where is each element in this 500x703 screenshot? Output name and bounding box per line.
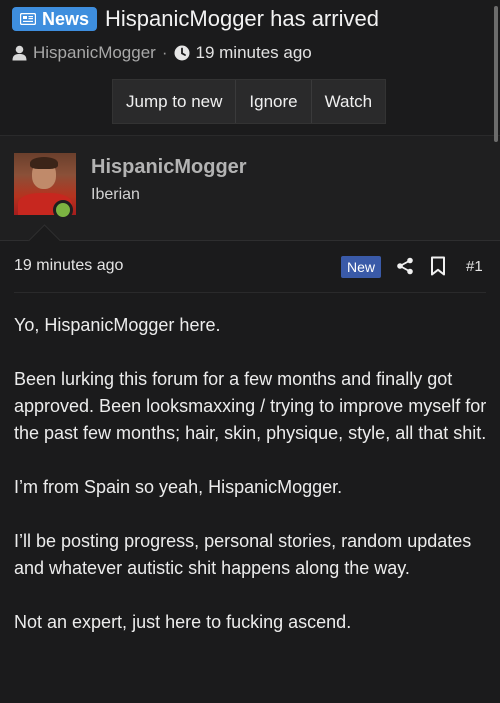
post-paragraph: I’m from Spain so yeah, HispanicMogger. bbox=[14, 477, 343, 497]
thread-meta: HispanicMogger · 19 minutes ago bbox=[12, 43, 312, 63]
new-badge: New bbox=[341, 256, 382, 278]
share-icon[interactable] bbox=[396, 257, 414, 275]
thread-age[interactable]: 19 minutes ago bbox=[196, 43, 312, 63]
thread-title: HispanicMogger has arrived bbox=[105, 6, 379, 31]
ignore-button[interactable]: Ignore bbox=[236, 80, 312, 123]
post-paragraph: I’ll be posting progress, personal stori… bbox=[14, 531, 472, 578]
post-header-divider bbox=[14, 292, 486, 293]
post-body: Yo, HispanicMogger here. Been lurking th… bbox=[14, 312, 488, 663]
news-icon bbox=[20, 13, 36, 25]
meta-separator: · bbox=[161, 43, 168, 62]
thread-author-link[interactable]: HispanicMogger bbox=[33, 43, 156, 63]
clock-icon bbox=[174, 45, 190, 61]
post-paragraph: Yo, HispanicMogger here. bbox=[14, 315, 221, 335]
news-badge[interactable]: News bbox=[12, 7, 98, 31]
thread-header: News HispanicMogger has arrived bbox=[12, 6, 488, 32]
author-username[interactable]: HispanicMogger bbox=[91, 156, 247, 179]
author-user-title: Iberian bbox=[91, 186, 140, 203]
author-card: HispanicMogger Iberian bbox=[0, 136, 500, 240]
author-divider bbox=[0, 240, 500, 241]
post-number-link[interactable]: #1 bbox=[466, 258, 483, 275]
online-status-dot bbox=[53, 200, 73, 220]
bookmark-icon[interactable] bbox=[430, 256, 446, 276]
watch-button[interactable]: Watch bbox=[312, 80, 386, 123]
thread-page: News HispanicMogger has arrived Hispanic… bbox=[0, 0, 500, 703]
thread-actions: Jump to new Ignore Watch bbox=[112, 79, 387, 124]
scrollbar[interactable] bbox=[494, 6, 498, 142]
post-timestamp[interactable]: 19 minutes ago bbox=[14, 257, 123, 275]
jump-to-new-button[interactable]: Jump to new bbox=[113, 80, 237, 123]
post-paragraph: Been lurking this forum for a few months… bbox=[14, 369, 487, 443]
post-paragraph: Not an expert, just here to fucking asce… bbox=[14, 612, 352, 632]
user-icon bbox=[12, 45, 27, 61]
badge-label: News bbox=[42, 8, 90, 29]
